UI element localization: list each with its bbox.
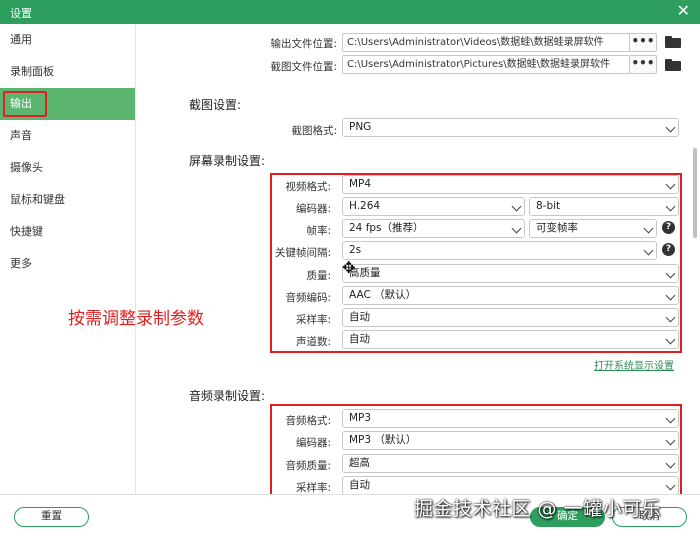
sidebar-item-label: 鼠标和键盘 <box>10 193 65 206</box>
audio-quality-label: 音频质量: <box>285 460 331 472</box>
encoder-select[interactable]: H.264 <box>342 197 525 216</box>
audio-format-label: 音频格式: <box>285 415 331 427</box>
audio-encoder-label: 编码器: <box>295 437 331 449</box>
framerate-help-icon[interactable]: ? <box>662 221 675 234</box>
scrollbar[interactable] <box>693 148 697 238</box>
audio-quality-select[interactable]: 超高 <box>342 454 679 473</box>
display-settings-link[interactable]: 打开系统显示设置 <box>594 357 674 372</box>
sidebar-item-output[interactable]: 输出 <box>0 88 135 120</box>
video-format-label: 视频格式: <box>285 181 331 193</box>
screenshot-path-label: 截图文件位置: <box>270 61 337 73</box>
select-value: 2s <box>349 244 362 256</box>
sidebar-item-record-panel[interactable]: 录制面板 <box>0 56 135 88</box>
select-value: MP3 <box>349 412 372 424</box>
chevron-down-icon <box>665 122 676 133</box>
select-value: 8-bit <box>536 200 561 212</box>
chevron-down-icon <box>665 480 676 491</box>
chevron-down-icon <box>511 201 522 212</box>
sidebar: 通用 录制面板 输出 声音 摄像头 鼠标和键盘 快捷键 更多 <box>0 24 136 494</box>
chevron-down-icon <box>665 290 676 301</box>
chevron-down-icon <box>665 435 676 446</box>
screenshot-path-field[interactable]: C:\Users\Administrator\Pictures\数据蛙\数据蛙录… <box>342 55 630 74</box>
chevron-down-icon <box>665 268 676 279</box>
select-value: 自动 <box>349 311 370 323</box>
audio-sample-rate-label: 采样率: <box>295 482 331 494</box>
chevron-down-icon <box>665 179 676 190</box>
screenshot-format-label: 截图格式: <box>291 125 337 137</box>
keyframe-select[interactable]: 2s <box>342 241 657 260</box>
screenshot-path-browse-button[interactable]: ••• <box>629 55 657 74</box>
framerate-select[interactable]: 24 fps（推荐） <box>342 219 525 238</box>
sidebar-item-general[interactable]: 通用 <box>0 24 135 56</box>
select-value: MP4 <box>349 178 372 190</box>
audio-recording-heading: 音频录制设置: <box>189 389 266 403</box>
audio-format-select[interactable]: MP3 <box>342 409 679 428</box>
chevron-down-icon <box>665 334 676 345</box>
chevron-down-icon <box>665 458 676 469</box>
video-path-browse-button[interactable]: ••• <box>629 33 657 52</box>
chevron-down-icon <box>643 245 654 256</box>
bit-depth-select[interactable]: 8-bit <box>529 197 679 216</box>
close-icon[interactable]: ✕ <box>677 2 690 20</box>
select-value: 超高 <box>349 457 370 469</box>
select-value: 自动 <box>349 333 370 345</box>
sidebar-item-label: 通用 <box>10 33 32 46</box>
select-value: H.264 <box>349 200 381 212</box>
sidebar-item-more[interactable]: 更多 <box>0 248 135 280</box>
sidebar-item-sound[interactable]: 声音 <box>0 120 135 152</box>
sidebar-item-shortcuts[interactable]: 快捷键 <box>0 216 135 248</box>
sidebar-item-label: 声音 <box>10 129 32 142</box>
screenshot-folder-icon[interactable] <box>665 59 681 71</box>
highlight-box <box>3 91 47 117</box>
video-path-field[interactable]: C:\Users\Administrator\Videos\数据蛙\数据蛙录屏软… <box>342 33 630 52</box>
audio-codec-select[interactable]: AAC （默认） <box>342 286 679 305</box>
keyframe-label: 关键帧间隔: <box>274 247 331 259</box>
channels-label: 声道数: <box>295 336 331 348</box>
select-value: 可变帧率 <box>536 222 578 234</box>
sample-rate-select[interactable]: 自动 <box>342 308 679 327</box>
video-format-select[interactable]: MP4 <box>342 175 679 194</box>
annotation-text: 按需调整录制参数 <box>68 309 204 329</box>
chevron-down-icon <box>511 223 522 234</box>
audio-sample-rate-select[interactable]: 自动 <box>342 476 679 494</box>
audio-codec-label: 音频编码: <box>285 292 331 304</box>
sidebar-item-mouse-keyboard[interactable]: 鼠标和键盘 <box>0 184 135 216</box>
screen-recording-heading: 屏幕录制设置: <box>189 154 266 168</box>
sidebar-item-label: 摄像头 <box>10 161 43 174</box>
framerate-label: 帧率: <box>306 225 331 237</box>
sidebar-item-label: 快捷键 <box>10 225 43 238</box>
channels-select[interactable]: 自动 <box>342 330 679 349</box>
move-cursor-icon: ✥ <box>342 258 356 277</box>
sidebar-item-camera[interactable]: 摄像头 <box>0 152 135 184</box>
sample-rate-label: 采样率: <box>295 314 331 326</box>
screenshot-format-select[interactable]: PNG <box>342 118 679 137</box>
quality-label: 质量: <box>306 270 331 282</box>
chevron-down-icon <box>643 223 654 234</box>
title-bar: 设置 ✕ <box>0 0 700 24</box>
audio-encoder-select[interactable]: MP3 （默认） <box>342 431 679 450</box>
screenshot-settings-heading: 截图设置: <box>189 98 242 112</box>
reset-button[interactable]: 重置 <box>14 507 89 527</box>
sidebar-item-label: 更多 <box>10 257 32 270</box>
encoder-label: 编码器: <box>295 203 331 215</box>
window-title: 设置 <box>10 7 32 20</box>
settings-content: 输出文件位置: C:\Users\Administrator\Videos\数据… <box>137 24 690 494</box>
watermark-text: 掘金技术社区 @ 一罐小可乐 <box>414 498 662 520</box>
chevron-down-icon <box>665 201 676 212</box>
keyframe-help-icon[interactable]: ? <box>662 243 675 256</box>
video-folder-icon[interactable] <box>665 36 681 48</box>
select-value: 24 fps（推荐） <box>349 222 424 234</box>
select-value: PNG <box>349 121 372 133</box>
select-value: 自动 <box>349 479 370 491</box>
video-path-label: 输出文件位置: <box>270 38 337 50</box>
framerate-mode-select[interactable]: 可变帧率 <box>529 219 657 238</box>
quality-select[interactable]: 高质量 <box>342 264 679 283</box>
select-value: AAC （默认） <box>349 289 417 301</box>
select-value: MP3 （默认） <box>349 434 417 446</box>
sidebar-item-label: 录制面板 <box>10 65 54 78</box>
chevron-down-icon <box>665 312 676 323</box>
chevron-down-icon <box>665 413 676 424</box>
